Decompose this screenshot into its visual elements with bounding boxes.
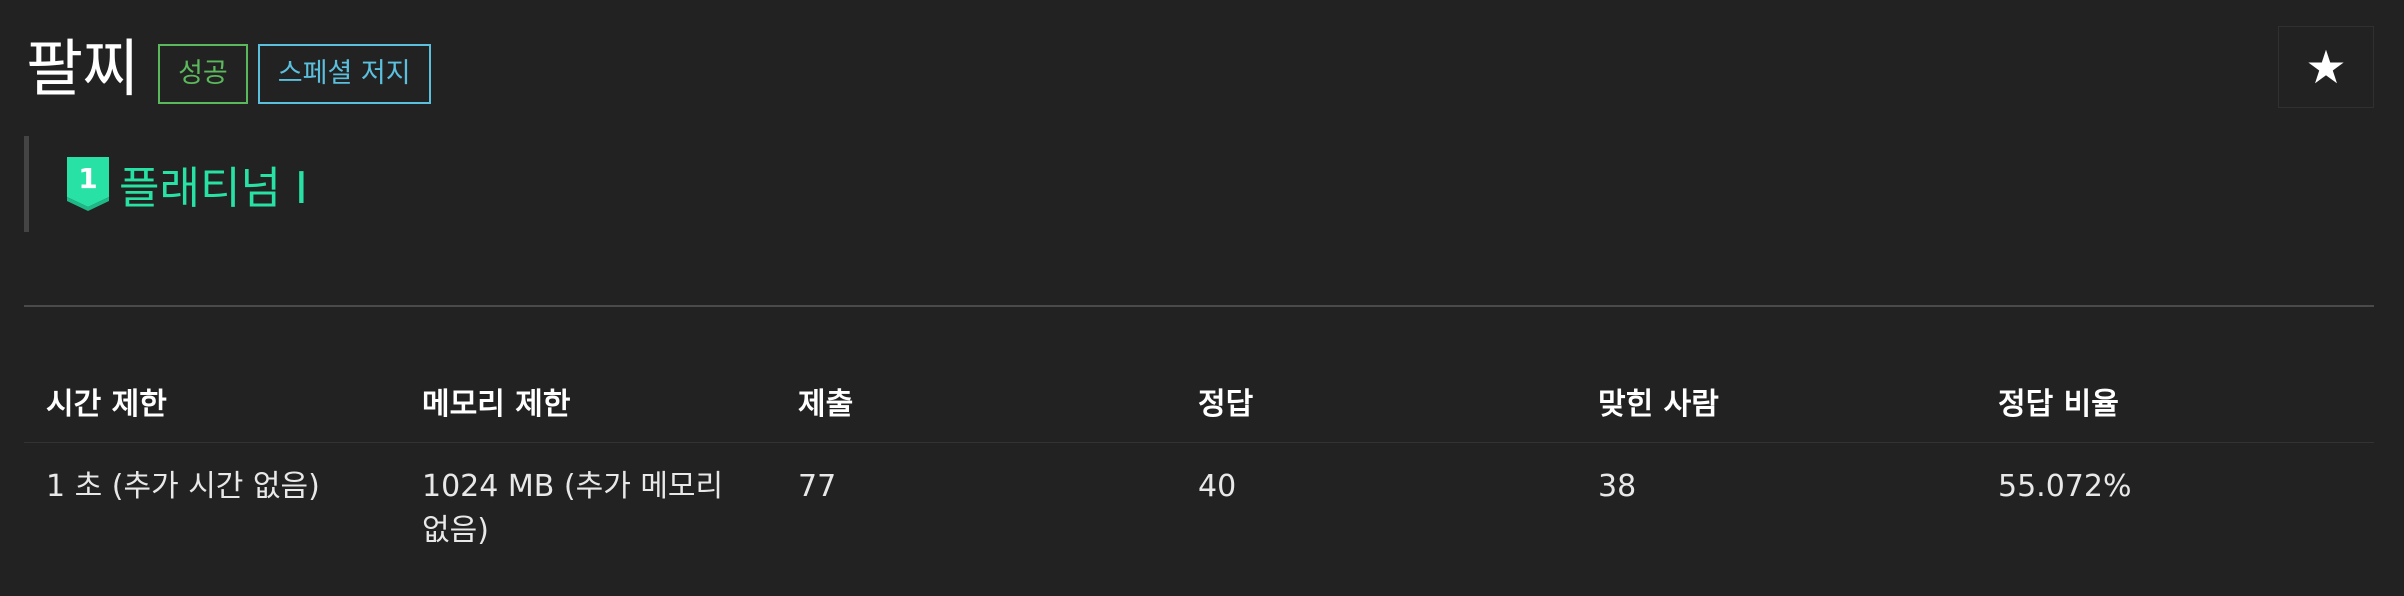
- header-memory-limit: 메모리 제한: [400, 362, 776, 443]
- accepted-value[interactable]: 40: [1176, 442, 1576, 553]
- favorite-star-button[interactable]: ★: [2278, 26, 2374, 108]
- tier-block: 1 플래티넘 I: [24, 136, 308, 232]
- accept-ratio-value: 55.072%: [1998, 468, 2132, 504]
- problem-info-table: 시간 제한 메모리 제한 제출 정답 맞힌 사람 정답 비율 1 초 (추가 시…: [24, 362, 2374, 553]
- star-icon: ★: [2305, 41, 2347, 93]
- problem-header: 팔찌 성공 스페셜 저지: [26, 32, 431, 106]
- solvers-value[interactable]: 38: [1576, 442, 1976, 553]
- special-judge-badge[interactable]: 스페셜 저지: [257, 44, 431, 104]
- submissions-value[interactable]: 77: [776, 442, 1176, 553]
- header-time-limit: 시간 제한: [24, 362, 400, 443]
- problem-title: 팔찌: [26, 32, 139, 105]
- table-row: 1 초 (추가 시간 없음) 1024 MB (추가 메모리 없음) 77 40…: [24, 442, 2374, 553]
- header-accepted: 정답: [1176, 362, 1576, 443]
- table-header-row: 시간 제한 메모리 제한 제출 정답 맞힌 사람 정답 비율: [24, 362, 2374, 443]
- header-solvers: 맞힌 사람: [1576, 362, 1976, 443]
- section-divider: [24, 305, 2374, 307]
- header-accept-ratio: 정답 비율: [1976, 362, 2374, 443]
- tier-badge-icon: 1: [67, 157, 109, 211]
- status-badge-success[interactable]: 성공: [158, 44, 248, 104]
- time-limit-value: 1 초 (추가 시간 없음): [46, 468, 320, 504]
- memory-limit-value: 1024 MB (추가 메모리 없음): [422, 468, 724, 548]
- tier-name[interactable]: 플래티넘 I: [119, 152, 308, 216]
- tier-level: 1: [78, 162, 97, 195]
- header-submissions: 제출: [776, 362, 1176, 443]
